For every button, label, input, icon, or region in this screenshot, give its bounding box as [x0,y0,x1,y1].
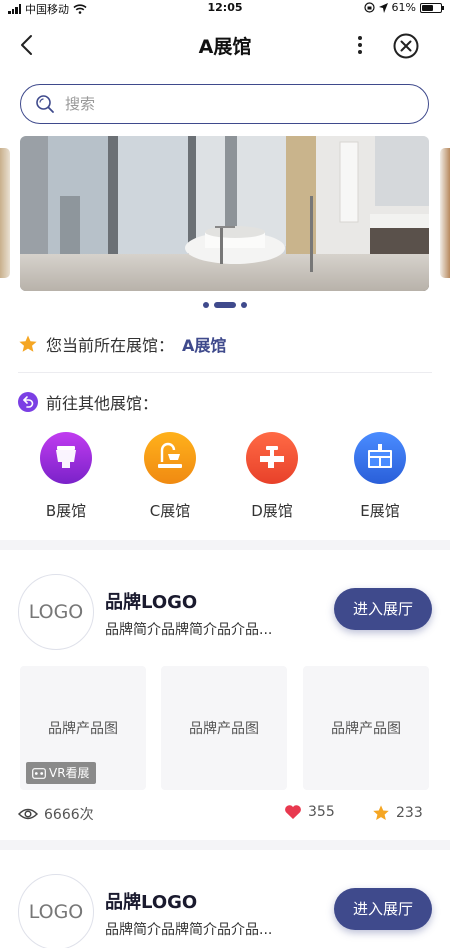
brand-stats: 6666次 355 233 [18,804,432,826]
top-panel: 您当前所在展馆： A展馆 前往其他展馆： B展馆 [0,74,450,540]
hall-b-button[interactable]: B展馆 [26,432,106,521]
view-count: 6666次 [18,804,94,824]
search-icon [36,95,54,113]
close-icon[interactable] [392,32,420,60]
brand-name: 品牌LOGO [105,592,198,613]
enter-hall-button[interactable]: 进入展厅 [334,588,432,630]
brand-logo[interactable]: LOGO [18,574,94,650]
shower-icon [144,432,196,484]
lock-rotation-icon [363,2,375,13]
divider [18,372,432,373]
hall-d-button[interactable]: D展馆 [232,432,312,521]
star-count[interactable]: 233 [372,804,423,822]
heart-icon [285,805,301,819]
vr-icon [32,767,46,779]
banner-prev-peek[interactable] [0,148,10,278]
return-icon [18,392,38,412]
hall-label: E展馆 [360,502,400,520]
status-right: 61% [363,1,444,14]
star-icon [373,805,389,821]
product-image[interactable]: 品牌产品图 VR看展 [20,666,146,790]
banner-dot[interactable] [241,302,247,308]
brand-description: 品牌简介品牌简介品介品... [105,622,273,638]
product-image[interactable]: 品牌产品图 [303,666,429,790]
hall-grid: B展馆 C展馆 D展馆 E展馆 [0,432,450,522]
faucet-icon [246,432,298,484]
vr-view-badge[interactable]: VR看展 [26,762,96,784]
toilet-icon [40,432,92,484]
other-halls-label: 前往其他展馆： [46,394,159,413]
cabinet-icon [354,432,406,484]
banner-dots [0,302,450,308]
brand-name: 品牌LOGO [105,892,198,913]
enter-hall-button[interactable]: 进入展厅 [334,888,432,930]
nav-bar: A展馆 [0,16,450,74]
current-hall-label: 您当前所在展馆： [46,336,175,355]
banner-image[interactable] [20,136,429,291]
page-title: A展馆 [198,36,252,58]
star-count-value: 233 [396,805,423,821]
status-bar: 中国移动 12:05 61% [0,0,450,16]
other-halls-header: 前往其他展馆： [18,390,158,414]
hall-c-button[interactable]: C展馆 [130,432,210,521]
hall-label: C展馆 [149,502,191,520]
search-input[interactable] [65,90,405,118]
banner-dot[interactable] [203,302,209,308]
product-placeholder: 品牌产品图 [331,721,401,737]
hall-label: B展馆 [45,502,87,520]
location-icon [378,2,388,13]
eye-icon [18,808,38,820]
banner-dot-active[interactable] [214,302,236,308]
banner-next-peek[interactable] [440,148,450,278]
hall-e-button[interactable]: E展馆 [340,432,420,521]
hall-label: D展馆 [251,502,293,520]
current-hall-name: A展馆 [182,336,227,355]
brand-logo[interactable]: LOGO [18,874,94,948]
like-count-value: 355 [308,804,335,820]
brand-card: LOGO 品牌LOGO 品牌简介品牌简介品介品... 进入展厅 品牌产品图 VR… [0,550,450,840]
bathroom-photo [20,136,429,291]
search-box[interactable] [20,84,429,124]
product-placeholder: 品牌产品图 [189,721,259,737]
product-image[interactable]: 品牌产品图 [161,666,287,790]
brand-description: 品牌简介品牌简介品介品... [105,922,273,938]
battery-percent: 61% [391,1,416,14]
vr-label: VR看展 [49,766,90,780]
like-count[interactable]: 355 [284,804,335,820]
more-icon[interactable] [350,30,370,60]
brand-card: LOGO 品牌LOGO 品牌简介品牌简介品介品... 进入展厅 [0,850,450,948]
current-hall-row: 您当前所在展馆： A展馆 [18,332,226,356]
battery-icon [420,2,444,13]
view-count-value: 6666次 [44,807,94,823]
star-icon [19,335,37,352]
product-placeholder: 品牌产品图 [48,721,118,737]
